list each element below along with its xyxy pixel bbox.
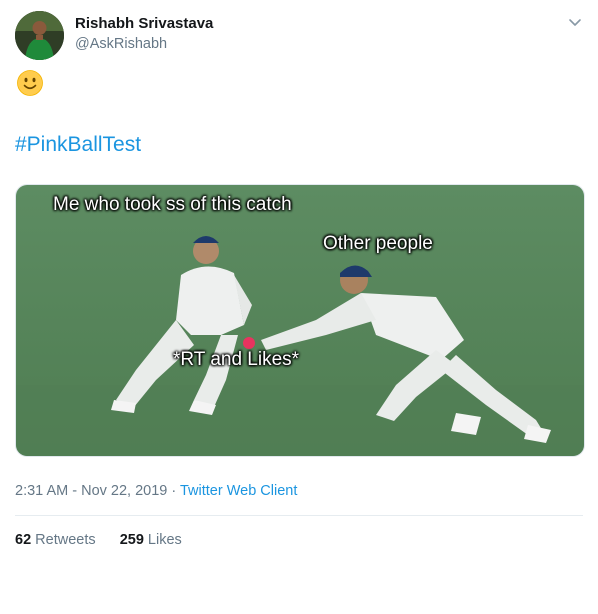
meme-caption-right: Other people	[323, 233, 433, 254]
smiley-emoji-icon	[16, 69, 44, 97]
tweet-media-image[interactable]: Me who took ss of this catch Other peopl…	[15, 184, 585, 457]
retweets-stat[interactable]: 62 Retweets	[15, 532, 96, 548]
tweet-stats: 62 Retweets 259 Likes	[15, 532, 182, 548]
retweets-label: Retweets	[35, 532, 96, 548]
tweet-time[interactable]: 2:31 AM	[15, 483, 68, 499]
likes-count: 259	[119, 532, 144, 548]
retweets-count: 62	[15, 532, 32, 548]
likes-stat[interactable]: 259 Likes	[120, 532, 182, 548]
author-name[interactable]: Rishabh Srivastava	[75, 15, 213, 32]
likes-label: Likes	[147, 532, 182, 548]
chevron-down-icon[interactable]	[566, 14, 584, 32]
meme-caption-center: *RT and Likes*	[173, 349, 300, 370]
meta-separator: -	[68, 483, 82, 499]
tweet-date[interactable]: Nov 22, 2019	[81, 483, 167, 499]
hashtag-link[interactable]: #PinkBallTest	[15, 133, 141, 157]
avatar[interactable]	[15, 11, 64, 60]
divider	[15, 515, 583, 516]
meme-caption-top: Me who took ss of this catch	[53, 194, 292, 215]
tweet-source-link[interactable]: Twitter Web Client	[180, 483, 297, 499]
avatar-image	[15, 11, 64, 60]
meta-separator: ·	[167, 483, 180, 499]
cricket-catch-photo	[16, 185, 584, 456]
author-handle[interactable]: @AskRishabh	[75, 36, 167, 52]
tweet-meta: 2:31 AM - Nov 22, 2019 · Twitter Web Cli…	[15, 483, 297, 499]
